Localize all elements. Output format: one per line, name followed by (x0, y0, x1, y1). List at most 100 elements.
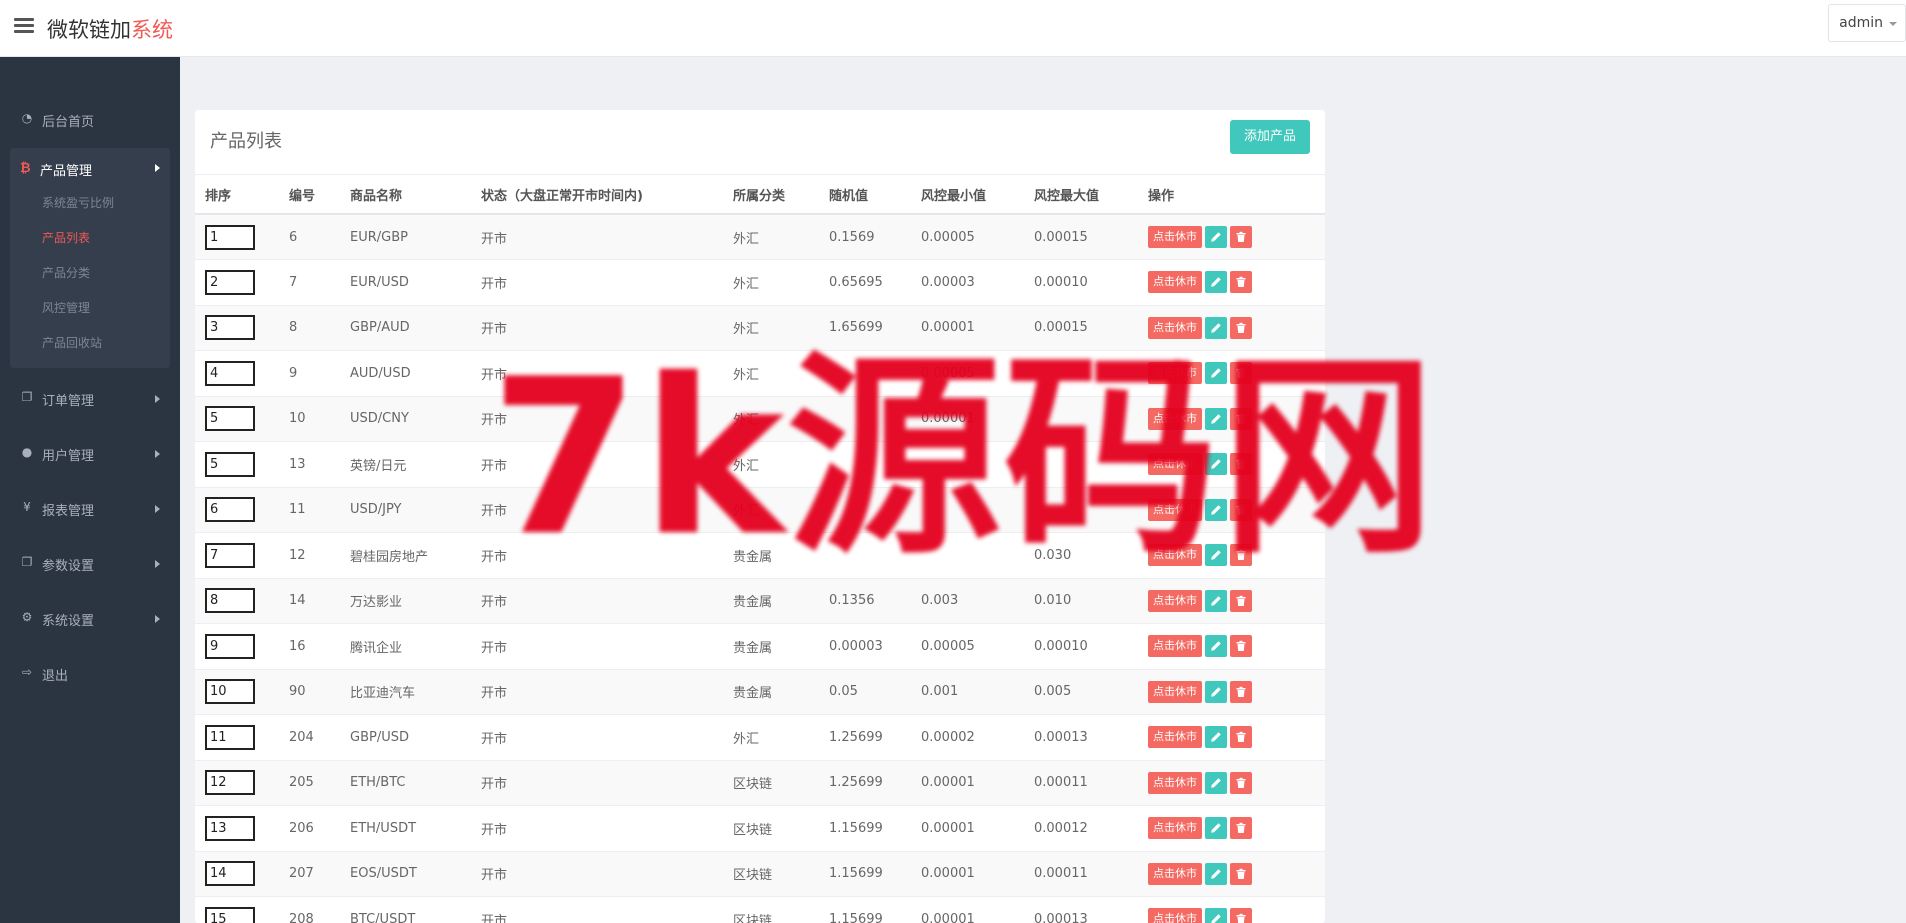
edit-pencil-icon[interactable] (1205, 680, 1227, 703)
sort-order-input[interactable] (205, 451, 255, 477)
delete-trash-icon[interactable] (1230, 316, 1252, 339)
sidebar-subitem-profit-ratio[interactable]: 系统盈亏比例 (42, 194, 114, 211)
sort-order-input[interactable] (205, 269, 255, 295)
edit-pencil-icon[interactable] (1205, 544, 1227, 567)
sort-order-input[interactable] (205, 360, 255, 386)
table-row: 13英镑/日元开市外汇 点击休市 (195, 441, 1325, 488)
edit-pencil-icon[interactable] (1205, 771, 1227, 794)
table-row: 11USD/JPY开市外汇 点击休市 (195, 487, 1325, 533)
delete-trash-icon[interactable] (1230, 726, 1252, 749)
sidebar-subitem-recycle-bin[interactable]: 产品回收站 (42, 334, 102, 351)
close-market-button[interactable]: 点击休市 (1148, 271, 1202, 294)
sidebar-item-users[interactable]: ● 用户管理 (0, 445, 180, 477)
delete-trash-icon[interactable] (1230, 862, 1252, 885)
delete-trash-icon[interactable] (1230, 226, 1252, 248)
delete-trash-icon[interactable] (1230, 635, 1252, 658)
delete-trash-icon[interactable] (1230, 498, 1252, 521)
category-cell: 外汇 (733, 214, 829, 260)
delete-trash-icon[interactable] (1230, 271, 1252, 294)
delete-trash-icon[interactable] (1230, 908, 1252, 923)
edit-pencil-icon[interactable] (1205, 726, 1227, 749)
close-market-button[interactable]: 点击休市 (1148, 908, 1202, 923)
delete-trash-icon[interactable] (1230, 453, 1252, 476)
hamburger-menu-icon[interactable] (14, 18, 34, 34)
close-market-button[interactable]: 点击休市 (1148, 407, 1202, 430)
edit-pencil-icon[interactable] (1205, 635, 1227, 658)
sidebar-item-system-settings[interactable]: ⚙ 系统设置 (0, 610, 180, 642)
sidebar-item-product-management[interactable]: ₿ 产品管理 (10, 148, 170, 188)
close-market-button[interactable]: 点击休市 (1148, 453, 1202, 476)
close-market-button[interactable]: 点击休市 (1148, 635, 1202, 658)
delete-trash-icon[interactable] (1230, 680, 1252, 703)
risk-min-cell: 0.00001 (921, 896, 1034, 923)
sort-order-input[interactable] (205, 861, 255, 887)
sort-order-input[interactable] (205, 679, 255, 705)
close-market-button[interactable]: 点击休市 (1148, 316, 1202, 339)
edit-pencil-icon[interactable] (1205, 589, 1227, 612)
sort-order-input[interactable] (205, 542, 255, 568)
edit-pencil-icon[interactable] (1205, 271, 1227, 294)
close-market-button[interactable]: 点击休市 (1148, 544, 1202, 567)
name-cell: EUR/USD (350, 259, 481, 306)
actions-cell: 点击休市 (1148, 805, 1325, 852)
delete-trash-icon[interactable] (1230, 589, 1252, 612)
edit-pencil-icon[interactable] (1205, 817, 1227, 840)
close-market-button[interactable]: 点击休市 (1148, 862, 1202, 885)
delete-trash-icon[interactable] (1230, 362, 1252, 385)
status-cell: 开市 (481, 259, 733, 306)
sort-order-input[interactable] (205, 815, 255, 841)
sidebar: ◔ 后台首页 ₿ 产品管理 系统盈亏比例 产品列表 产品分类 风控管理 产品回收… (0, 57, 180, 923)
delete-trash-icon[interactable] (1230, 771, 1252, 794)
risk-max-cell: 0.005 (1034, 669, 1148, 715)
sidebar-subitem-risk-control[interactable]: 风控管理 (42, 299, 90, 316)
sort-order-input[interactable] (205, 770, 255, 796)
delete-trash-icon[interactable] (1230, 817, 1252, 840)
edit-pencil-icon[interactable] (1205, 362, 1227, 385)
close-market-button[interactable]: 点击休市 (1148, 817, 1202, 840)
sidebar-item-parameters[interactable]: ❐ 参数设置 (0, 555, 180, 587)
edit-pencil-icon[interactable] (1205, 453, 1227, 476)
sidebar-subitem-product-category[interactable]: 产品分类 (42, 264, 90, 281)
close-market-button[interactable]: 点击休市 (1148, 498, 1202, 521)
delete-trash-icon[interactable] (1230, 544, 1252, 567)
sort-order-input[interactable] (205, 497, 255, 523)
sidebar-item-logout[interactable]: ⇨ 退出 (0, 665, 180, 697)
sidebar-item-label: 用户管理 (42, 449, 95, 464)
sort-order-input[interactable] (205, 588, 255, 614)
delete-trash-icon[interactable] (1230, 407, 1252, 430)
status-cell: 开市 (481, 805, 733, 852)
close-market-button[interactable]: 点击休市 (1148, 680, 1202, 703)
sort-order-input[interactable] (205, 724, 255, 750)
sort-order-input[interactable] (205, 906, 255, 923)
edit-pencil-icon[interactable] (1205, 407, 1227, 430)
category-cell: 外汇 (733, 350, 829, 397)
risk-min-cell: 0.00003 (921, 259, 1034, 306)
sidebar-subitem-product-list[interactable]: 产品列表 (42, 229, 90, 246)
table-row: 90比亚迪汽车开市贵金属0.050.0010.005点击休市 (195, 669, 1325, 715)
sort-order-input[interactable] (205, 406, 255, 432)
name-cell: USD/CNY (350, 396, 481, 442)
edit-pencil-icon[interactable] (1205, 908, 1227, 923)
edit-pencil-icon[interactable] (1205, 226, 1227, 248)
close-market-button[interactable]: 点击休市 (1148, 589, 1202, 612)
sort-order-input[interactable] (205, 224, 255, 250)
sort-order-input[interactable] (205, 315, 255, 341)
edit-pencil-icon[interactable] (1205, 498, 1227, 521)
close-market-button[interactable]: 点击休市 (1148, 771, 1202, 794)
risk-min-cell (921, 532, 1034, 579)
sidebar-item-reports[interactable]: ¥ 报表管理 (0, 500, 180, 532)
sort-order-input[interactable] (205, 633, 255, 659)
add-product-button[interactable]: 添加产品 (1229, 120, 1310, 154)
category-cell: 外汇 (733, 305, 829, 351)
panel-title: 产品列表 (210, 131, 282, 152)
close-market-button[interactable]: 点击休市 (1148, 362, 1202, 385)
edit-pencil-icon[interactable] (1205, 316, 1227, 339)
name-cell: EOS/USDT (350, 851, 481, 897)
table-row: 208BTC/USDT开市区块链1.156990.000010.00013点击休… (195, 896, 1325, 923)
sidebar-item-dashboard[interactable]: ◔ 后台首页 (0, 109, 180, 141)
user-menu-dropdown[interactable]: admin (1828, 4, 1906, 42)
edit-pencil-icon[interactable] (1205, 862, 1227, 885)
close-market-button[interactable]: 点击休市 (1148, 726, 1202, 749)
close-market-button[interactable]: 点击休市 (1148, 226, 1202, 248)
sidebar-item-orders[interactable]: ❐ 订单管理 (0, 390, 180, 422)
